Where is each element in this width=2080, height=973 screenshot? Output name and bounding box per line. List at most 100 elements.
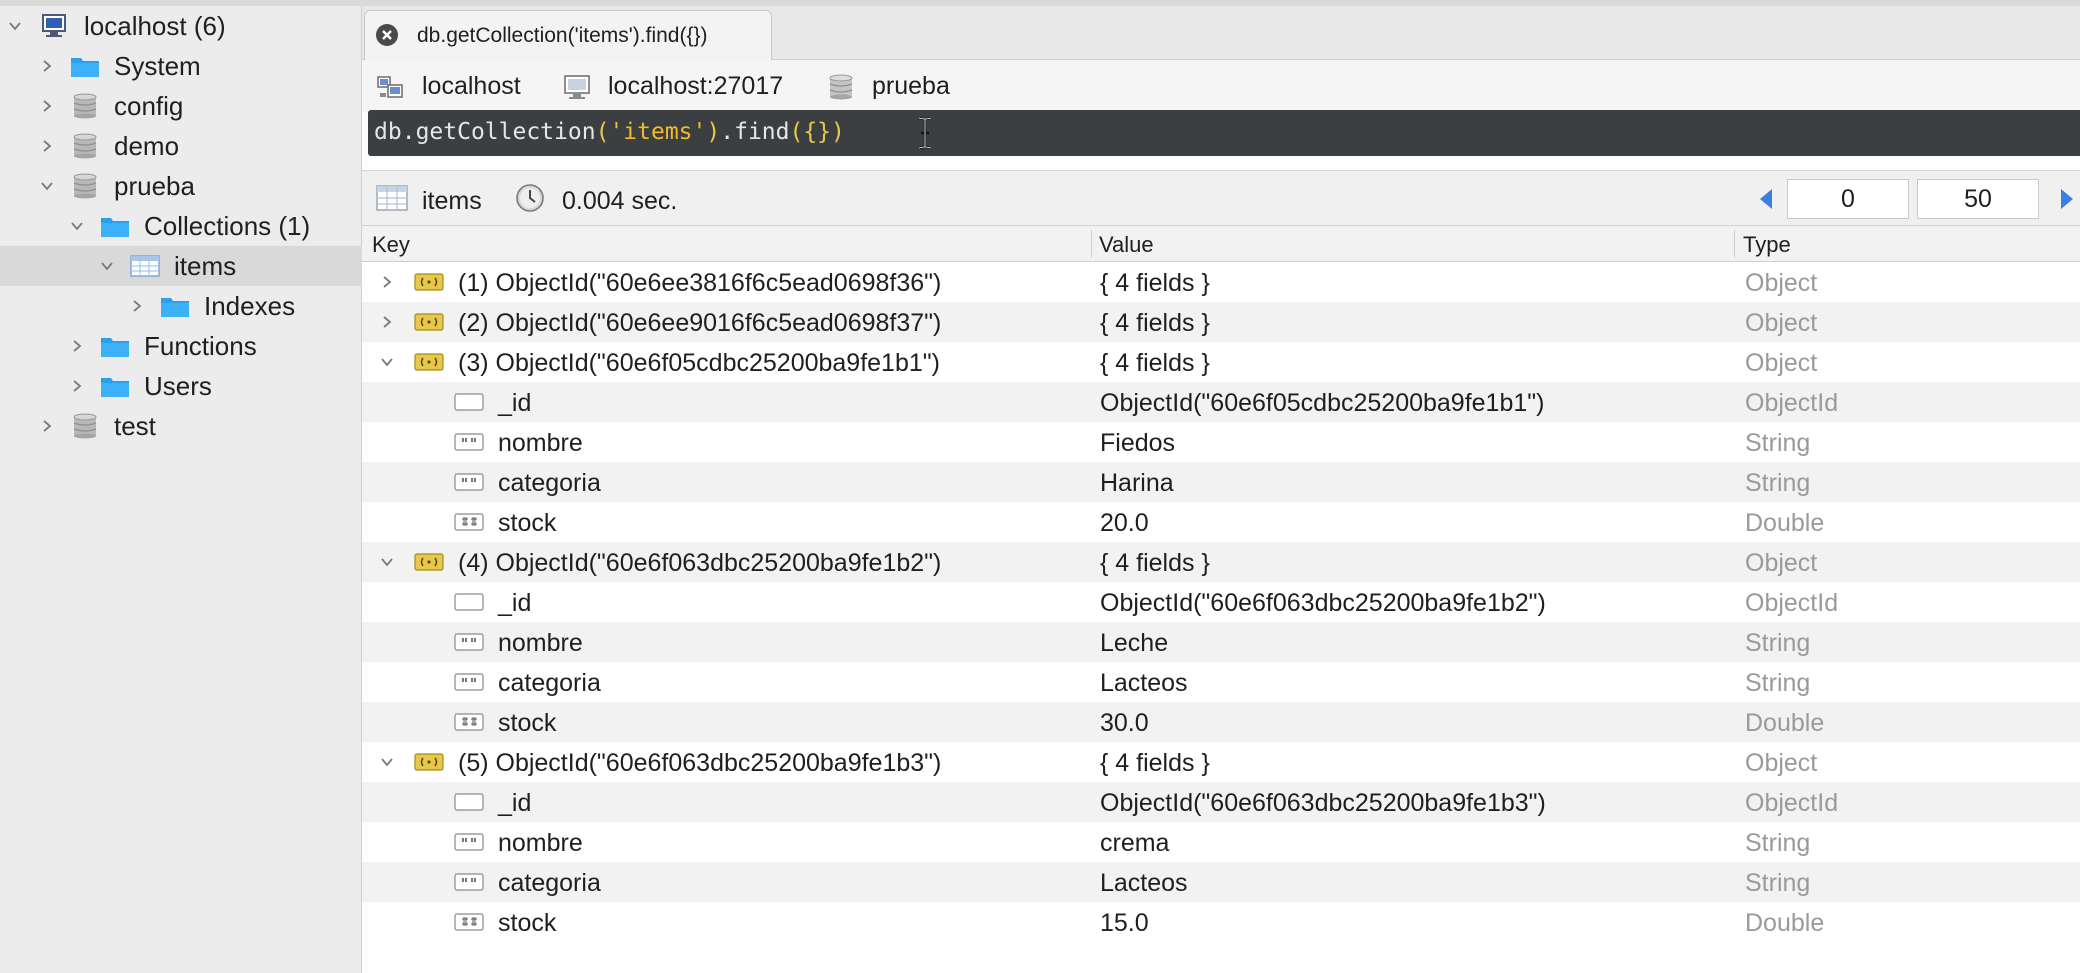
table-row[interactable]: _id ObjectId("60e6f063dbc25200ba9fe1b2")… (362, 582, 2080, 622)
connection-bar: localhost localhost:27017 prueba (362, 60, 2080, 112)
table-row[interactable]: nombre Fiedos String (362, 422, 2080, 462)
folder-icon (160, 293, 190, 319)
row-value: Leche (1100, 629, 1169, 657)
query-code: db.getCollection('items').find({}) (374, 119, 845, 145)
row-type: Object (1745, 549, 1818, 577)
column-header-type[interactable]: Type (1743, 232, 1791, 258)
chevron-down-icon[interactable] (8, 19, 22, 33)
tree-item-items[interactable]: items (0, 246, 362, 286)
row-value: 15.0 (1100, 909, 1149, 937)
table-row[interactable]: (1) ObjectId("60e6ee3816f6c5ead0698f36")… (362, 262, 2080, 302)
server-icon (40, 13, 70, 39)
next-page-icon[interactable] (2056, 187, 2078, 211)
folder-icon (70, 53, 100, 79)
tree-item-label: Collections (1) (144, 211, 311, 241)
tree-item-label: System (114, 51, 201, 81)
chevron-right-icon[interactable] (40, 139, 54, 153)
table-row[interactable]: (2) ObjectId("60e6ee9016f6c5ead0698f37")… (362, 302, 2080, 342)
document-object-icon (414, 752, 444, 772)
tree-item-system[interactable]: System (0, 46, 362, 86)
database-label: prueba (872, 72, 950, 100)
tab-query[interactable]: db.getCollection('items').find({}) (364, 10, 772, 60)
row-type: String (1745, 869, 1811, 897)
query-editor[interactable]: db.getCollection('items').find({}) (368, 110, 2080, 156)
table-row[interactable]: stock 15.0 Double (362, 902, 2080, 942)
table-row[interactable]: (3) ObjectId("60e6f05cdbc25200ba9fe1b1")… (362, 342, 2080, 382)
previous-page-icon[interactable] (1755, 187, 1777, 211)
chevron-right-icon[interactable] (40, 99, 54, 113)
folder-icon (100, 333, 130, 359)
column-divider[interactable] (1091, 230, 1092, 258)
table-row[interactable]: (4) ObjectId("60e6f063dbc25200ba9fe1b2")… (362, 542, 2080, 582)
row-type: Double (1745, 909, 1825, 937)
tree-item-config[interactable]: config (0, 86, 362, 126)
table-row[interactable]: stock 30.0 Double (362, 702, 2080, 742)
database-icon (826, 73, 856, 101)
tree-item-indexes[interactable]: Indexes (0, 286, 362, 326)
row-value: Fiedos (1100, 429, 1176, 457)
tree-item-prueba[interactable]: prueba (0, 166, 362, 206)
chevron-right-icon[interactable] (70, 379, 84, 393)
row-value: ObjectId("60e6f063dbc25200ba9fe1b3") (1100, 789, 1546, 817)
chevron-down-icon[interactable] (380, 355, 394, 369)
tree-item-users[interactable]: Users (0, 366, 362, 406)
string-field-icon (454, 432, 484, 452)
close-icon[interactable] (375, 23, 399, 47)
row-type: Object (1745, 269, 1818, 297)
query-args: ({}) (789, 119, 845, 145)
objectid-field-icon (454, 592, 484, 612)
table-row[interactable]: (5) ObjectId("60e6f063dbc25200ba9fe1b3")… (362, 742, 2080, 782)
string-field-icon (454, 472, 484, 492)
tree-item-label: Users (144, 371, 212, 401)
row-key: (1) ObjectId("60e6ee3816f6c5ead0698f36") (458, 269, 942, 297)
table-row[interactable]: categoria Lacteos String (362, 662, 2080, 702)
number-field-icon (454, 712, 484, 732)
chevron-down-icon[interactable] (100, 259, 114, 273)
number-field-icon (454, 512, 484, 532)
table-row[interactable]: nombre Leche String (362, 622, 2080, 662)
chevron-right-icon[interactable] (380, 275, 394, 289)
tab-bar: db.getCollection('items').find({}) (362, 6, 2080, 60)
table-row[interactable]: _id ObjectId("60e6f063dbc25200ba9fe1b3")… (362, 782, 2080, 822)
tree-item-demo[interactable]: demo (0, 126, 362, 166)
row-type: String (1745, 469, 1811, 497)
column-header-key[interactable]: Key (372, 232, 410, 258)
table-row[interactable]: stock 20.0 Double (362, 502, 2080, 542)
chevron-right-icon[interactable] (380, 315, 394, 329)
chevron-right-icon[interactable] (40, 59, 54, 73)
chevron-down-icon[interactable] (380, 755, 394, 769)
chevron-right-icon[interactable] (40, 419, 54, 433)
chevron-right-icon[interactable] (130, 299, 144, 313)
limit-input[interactable]: 50 (1917, 179, 2039, 219)
chevron-down-icon[interactable] (380, 555, 394, 569)
row-key: _id (498, 789, 532, 817)
table-header: Key Value Type (362, 226, 2080, 262)
query-paren: ( (595, 119, 610, 145)
skip-input[interactable]: 0 (1787, 179, 1909, 219)
chevron-down-icon[interactable] (70, 219, 84, 233)
row-value: { 4 fields } (1100, 749, 1210, 777)
document-object-icon (414, 552, 444, 572)
database-icon (70, 93, 100, 119)
row-value: { 4 fields } (1100, 309, 1210, 337)
column-divider[interactable] (1734, 230, 1735, 258)
clock-icon (514, 183, 546, 213)
string-field-icon (454, 672, 484, 692)
column-header-value[interactable]: Value (1099, 232, 1154, 258)
collection-icon (130, 253, 160, 279)
tree-item-test[interactable]: test (0, 406, 362, 446)
table-row[interactable]: nombre crema String (362, 822, 2080, 862)
chevron-down-icon[interactable] (40, 179, 54, 193)
tree-item-label: items (174, 251, 237, 281)
table-row[interactable]: _id ObjectId("60e6f05cdbc25200ba9fe1b1")… (362, 382, 2080, 422)
chevron-right-icon[interactable] (70, 339, 84, 353)
tree-item-localhost[interactable]: localhost (6) (0, 6, 362, 46)
query-find: find (734, 119, 790, 145)
tree-item-functions[interactable]: Functions (0, 326, 362, 366)
row-value: Lacteos (1100, 669, 1188, 697)
database-icon (70, 413, 100, 439)
table-row[interactable]: categoria Lacteos String (362, 862, 2080, 902)
tree-item-label: demo (114, 131, 180, 161)
table-row[interactable]: categoria Harina String (362, 462, 2080, 502)
tree-item-collections[interactable]: Collections (1) (0, 206, 362, 246)
